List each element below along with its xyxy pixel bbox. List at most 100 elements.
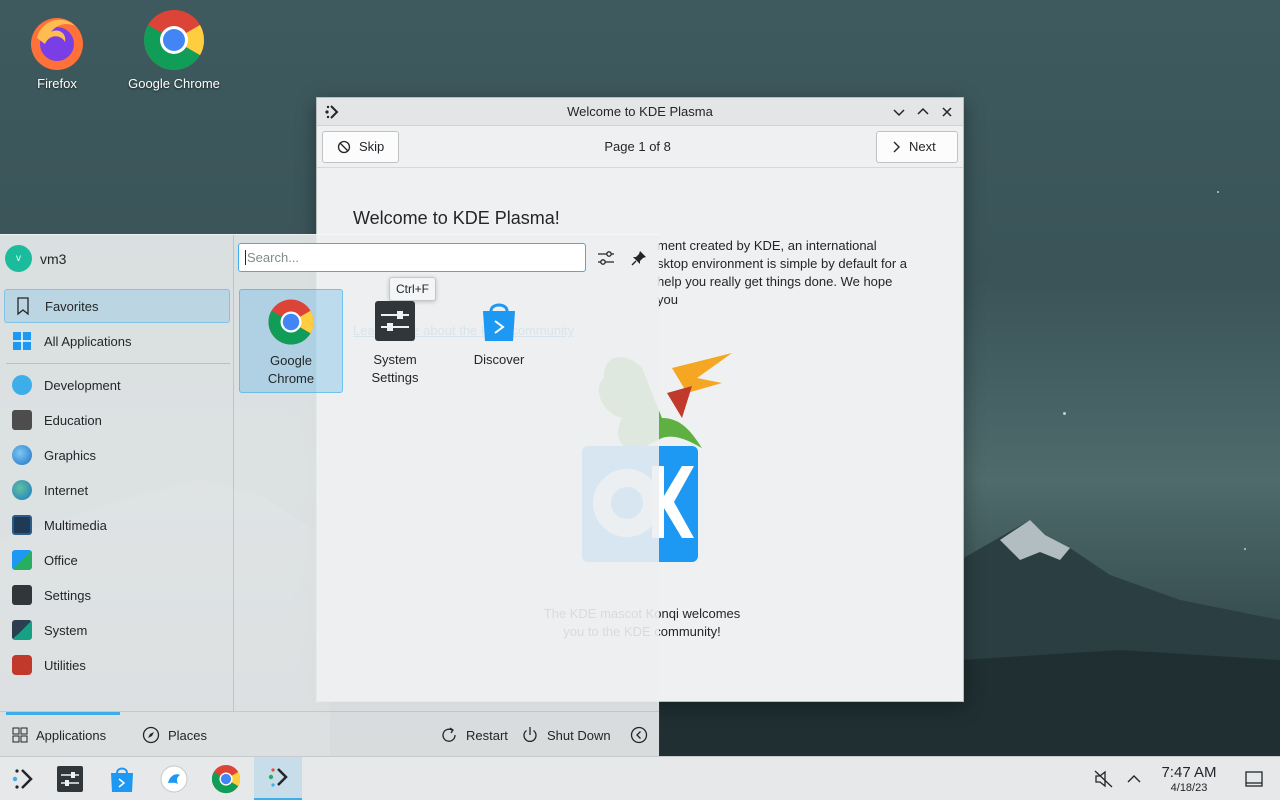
title-bar[interactable]: Welcome to KDE Plasma — [317, 98, 963, 126]
shutdown-button[interactable]: Shut Down — [521, 712, 611, 758]
category-label: Education — [44, 412, 102, 428]
search-input[interactable]: Search... — [238, 243, 586, 272]
minimize-button[interactable] — [889, 102, 909, 122]
tab-label: Applications — [36, 727, 107, 743]
star — [1063, 412, 1066, 415]
category-label: All Applications — [44, 333, 132, 349]
star — [1217, 191, 1219, 193]
bookmark-icon — [17, 297, 29, 316]
category-favorites[interactable]: Favorites — [4, 289, 230, 323]
chevron-right-icon — [893, 141, 900, 152]
welcome-heading: Welcome to KDE Plasma! — [353, 208, 560, 228]
category-label: Multimedia — [44, 517, 107, 533]
desktop-icon-firefox[interactable]: Firefox — [2, 8, 112, 91]
app-system-settings[interactable]: System Settings — [343, 289, 447, 393]
pin-button[interactable] — [628, 247, 650, 269]
category-label: Graphics — [44, 447, 97, 463]
chrome-icon — [143, 9, 205, 71]
sliders-icon — [598, 251, 614, 265]
graphics-icon — [12, 445, 32, 465]
category-label: Favorites — [45, 298, 99, 314]
tab-label: Places — [168, 727, 208, 743]
next-button[interactable]: Next — [875, 130, 958, 163]
desktop-icon-label: Firefox — [37, 76, 77, 91]
app-label: System — [373, 352, 417, 367]
category-development[interactable]: Development — [4, 368, 230, 402]
clock-date: 4/18/23 — [1170, 782, 1208, 794]
tab-places[interactable]: Places — [142, 712, 207, 758]
compass-icon — [142, 726, 160, 744]
configure-button[interactable] — [595, 247, 617, 269]
user-name: vm3 — [40, 250, 67, 267]
taskbar-system-settings[interactable] — [46, 757, 94, 800]
digital-clock[interactable]: 7:47 AM 4/18/23 — [1152, 765, 1226, 795]
taskbar-discover[interactable] — [98, 757, 146, 800]
education-icon — [12, 410, 32, 430]
close-icon — [942, 107, 952, 117]
restart-button[interactable]: Restart — [440, 712, 508, 758]
show-desktop-button[interactable] — [1232, 757, 1276, 800]
discover-icon — [483, 303, 515, 341]
app-discover[interactable]: Discover — [447, 289, 551, 393]
search-placeholder: Search... — [247, 250, 300, 265]
settings-icon — [12, 585, 32, 605]
application-launcher-button[interactable] — [0, 757, 48, 800]
power-icon — [523, 727, 537, 742]
taskbar-google-chrome[interactable] — [202, 757, 250, 800]
restart-label: Restart — [466, 727, 508, 743]
category-utilities[interactable]: Utilities — [4, 648, 230, 682]
pin-icon — [631, 251, 646, 266]
kde-plasma-icon — [12, 769, 33, 789]
category-label: Internet — [44, 482, 89, 498]
system-settings-icon — [57, 766, 83, 792]
clock-time: 7:47 AM — [1161, 764, 1217, 781]
chevron-up-icon — [917, 107, 929, 115]
close-button[interactable] — [937, 102, 957, 122]
paragraph-line: you — [657, 292, 678, 307]
utilities-icon — [12, 655, 32, 675]
volume-muted-icon — [1094, 770, 1113, 788]
category-graphics[interactable]: Graphics — [4, 438, 230, 472]
user-info[interactable]: v vm3 — [5, 245, 66, 272]
more-power-options-button[interactable] — [630, 712, 648, 758]
category-office[interactable]: Office — [4, 543, 230, 577]
skip-button[interactable]: Skip — [322, 130, 400, 163]
maximize-button[interactable] — [913, 102, 933, 122]
taskbar-dolphin[interactable] — [150, 757, 198, 800]
category-education[interactable]: Education — [4, 403, 230, 437]
chevron-up-icon — [1127, 775, 1141, 783]
chevron-down-icon — [893, 109, 905, 117]
application-launcher: v vm3 Favorites All Applications Develop… — [0, 234, 659, 756]
category-system[interactable]: System — [4, 613, 230, 647]
launcher-sidebar: v vm3 Favorites All Applications Develop… — [0, 235, 234, 711]
grid-icon — [12, 727, 28, 743]
taskbar-welcome-center[interactable] — [254, 757, 302, 800]
tab-applications[interactable]: Applications — [5, 712, 121, 758]
paragraph-line: help you really get things done. We hope — [657, 274, 893, 289]
system-tray-expander[interactable] — [1116, 757, 1152, 800]
app-label: Settings — [371, 370, 419, 385]
desktop-icon-chrome[interactable]: Google Chrome — [119, 8, 229, 91]
category-multimedia[interactable]: Multimedia — [4, 508, 230, 542]
category-label: Utilities — [44, 657, 86, 673]
star — [1244, 548, 1246, 550]
app-label: Google — [270, 353, 312, 368]
app-label: Chrome — [267, 371, 315, 386]
category-label: Development — [44, 377, 121, 393]
app-google-chrome[interactable]: Google Chrome — [239, 289, 343, 393]
chrome-icon — [268, 299, 314, 345]
kde-plasma-icon — [268, 767, 288, 787]
chrome-icon — [211, 764, 241, 794]
text-cursor — [245, 250, 246, 265]
category-internet[interactable]: Internet — [4, 473, 230, 507]
firefox-icon — [31, 18, 83, 70]
divider — [6, 363, 230, 364]
page-indicator: Page 1 of 8 — [604, 139, 671, 154]
shutdown-label: Shut Down — [547, 727, 611, 743]
app-label: Discover — [473, 352, 525, 367]
category-all-applications[interactable]: All Applications — [4, 324, 230, 358]
discover-icon — [111, 767, 133, 792]
system-icon — [12, 620, 32, 640]
category-settings[interactable]: Settings — [4, 578, 230, 612]
office-icon — [12, 550, 32, 570]
